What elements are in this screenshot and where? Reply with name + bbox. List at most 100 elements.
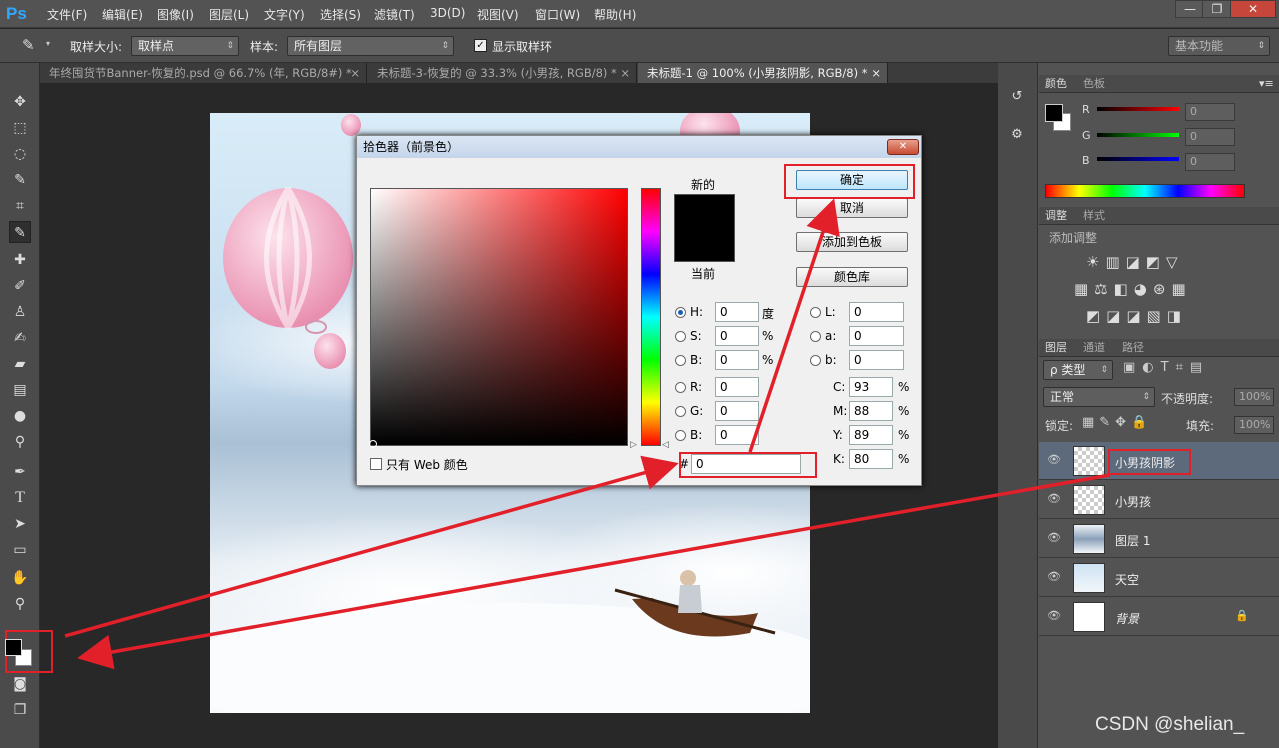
eye-icon[interactable]: 👁: [1047, 570, 1061, 583]
green-field[interactable]: 0: [715, 401, 759, 421]
layer-name[interactable]: 天空: [1115, 571, 1139, 588]
close-window-button[interactable]: ✕: [1230, 0, 1276, 18]
color-field-marker[interactable]: [369, 440, 377, 448]
layer-name[interactable]: 小男孩: [1115, 493, 1151, 510]
type-tool-icon[interactable]: T: [9, 487, 31, 509]
tab-swatches[interactable]: 色板: [1083, 75, 1105, 93]
dodge-tool-icon[interactable]: ⚲: [9, 431, 31, 453]
lab-b-radio[interactable]: [810, 355, 821, 366]
layer-row[interactable]: 👁 背景 🔒: [1039, 598, 1279, 636]
channel-b-field[interactable]: 0: [1185, 153, 1235, 171]
close-icon[interactable]: ×: [871, 63, 881, 83]
tab-styles[interactable]: 样式: [1083, 207, 1105, 225]
tool-preset-dropdown-icon[interactable]: ▾: [46, 39, 50, 48]
sample-size-select[interactable]: 取样点: [131, 36, 239, 56]
blue-field[interactable]: 0: [715, 425, 759, 445]
adjustment-icons-row1[interactable]: ☀▥◪◩▽: [1086, 253, 1184, 271]
color-spectrum-bar[interactable]: [1045, 184, 1245, 198]
workspace-select[interactable]: 基本功能: [1168, 36, 1270, 56]
zoom-tool-icon[interactable]: ⚲: [9, 593, 31, 615]
layer-row[interactable]: 👁 图层 1: [1039, 520, 1279, 558]
eyedropper-icon[interactable]: ✎: [22, 36, 35, 54]
panel-menu-icon[interactable]: ▾≡: [1259, 75, 1274, 93]
hue-slider-left-arrow[interactable]: ▷: [630, 440, 637, 450]
cyan-field[interactable]: 93: [849, 377, 893, 397]
brightness-field[interactable]: 0: [715, 350, 759, 370]
healing-tool-icon[interactable]: ✚: [9, 249, 31, 271]
hand-tool-icon[interactable]: ✋: [9, 567, 31, 589]
yellow-field[interactable]: 89: [849, 425, 893, 445]
minimize-button[interactable]: —: [1175, 0, 1205, 18]
saturation-radio[interactable]: [675, 331, 686, 342]
menu-edit[interactable]: 编辑(E): [102, 6, 143, 23]
quick-select-tool-icon[interactable]: ✎: [9, 169, 31, 191]
eye-icon[interactable]: 👁: [1047, 492, 1061, 505]
eye-icon[interactable]: 👁: [1047, 453, 1061, 466]
hue-radio[interactable]: [675, 307, 686, 318]
history-brush-tool-icon[interactable]: ✍: [9, 327, 31, 349]
shape-tool-icon[interactable]: ▭: [9, 539, 31, 561]
color-field[interactable]: [370, 188, 628, 446]
tab-color[interactable]: 颜色: [1045, 75, 1067, 93]
channel-g-field[interactable]: 0: [1185, 128, 1235, 146]
fill-field[interactable]: 100%: [1234, 416, 1274, 434]
crop-tool-icon[interactable]: ⌗: [9, 195, 31, 217]
lasso-tool-icon[interactable]: ◌: [9, 143, 31, 165]
channel-b-slider[interactable]: [1097, 157, 1179, 161]
hue-slider[interactable]: [641, 188, 661, 446]
red-radio[interactable]: [675, 382, 686, 393]
web-colors-checkbox[interactable]: [370, 458, 382, 470]
layer-row[interactable]: 👁 小男孩: [1039, 481, 1279, 519]
lab-l-field[interactable]: 0: [849, 302, 904, 322]
eraser-tool-icon[interactable]: ▰: [9, 353, 31, 375]
menu-view[interactable]: 视图(V): [477, 6, 519, 23]
green-radio[interactable]: [675, 406, 686, 417]
menu-file[interactable]: 文件(F): [47, 6, 87, 23]
menu-window[interactable]: 窗口(W): [535, 6, 580, 23]
tab-untitled-1[interactable]: 未标题-1 @ 100% (小男孩阴影, RGB/8) * ×: [638, 63, 888, 83]
pen-tool-icon[interactable]: ✒: [9, 461, 31, 483]
blur-tool-icon[interactable]: ●: [9, 405, 31, 427]
saturation-field[interactable]: 0: [715, 326, 759, 346]
add-to-swatches-button[interactable]: 添加到色板: [796, 232, 908, 252]
color-panel-foreground-swatch[interactable]: [1045, 104, 1063, 122]
menu-help[interactable]: 帮助(H): [594, 6, 636, 23]
magenta-field[interactable]: 88: [849, 401, 893, 421]
adjustment-icons-row2[interactable]: ▦⚖◧◕⊛▦: [1074, 280, 1192, 298]
show-ring-checkbox[interactable]: ✓: [474, 39, 487, 52]
tab-paths[interactable]: 路径: [1122, 339, 1144, 357]
brush-tool-icon[interactable]: ✐: [9, 275, 31, 297]
current-color-swatch[interactable]: [674, 228, 735, 262]
channel-g-slider[interactable]: [1097, 133, 1179, 137]
path-select-tool-icon[interactable]: ➤: [9, 513, 31, 535]
layer-filter-icons[interactable]: ▣◐T⌗▤: [1123, 360, 1209, 375]
menu-image[interactable]: 图像(I): [157, 6, 194, 23]
screen-mode-icon[interactable]: ❐: [9, 699, 31, 721]
channel-r-field[interactable]: 0: [1185, 103, 1235, 121]
foreground-color-swatch[interactable]: [5, 639, 22, 656]
lab-a-field[interactable]: 0: [849, 326, 904, 346]
hue-field[interactable]: 0: [715, 302, 759, 322]
gradient-tool-icon[interactable]: ▤: [9, 379, 31, 401]
layer-name[interactable]: 图层 1: [1115, 532, 1150, 549]
tab-banner[interactable]: 年终囤货节Banner-恢复的.psd @ 66.7% (年, RGB/8#) …: [40, 63, 367, 83]
stamp-tool-icon[interactable]: ♙: [9, 301, 31, 323]
move-tool-icon[interactable]: ✥: [9, 91, 31, 113]
close-icon[interactable]: ×: [620, 63, 630, 83]
layer-kind-filter[interactable]: ρ 类型: [1043, 360, 1113, 380]
history-panel-icon[interactable]: ↺: [1008, 89, 1026, 105]
lab-b-field[interactable]: 0: [849, 350, 904, 370]
menu-3d[interactable]: 3D(D): [430, 6, 465, 20]
menu-filter[interactable]: 滤镜(T): [374, 6, 415, 23]
brightness-radio[interactable]: [675, 355, 686, 366]
tab-layers[interactable]: 图层: [1045, 339, 1067, 357]
sample-select[interactable]: 所有图层: [287, 36, 454, 56]
tab-channels[interactable]: 通道: [1083, 339, 1105, 357]
properties-panel-icon[interactable]: ⚙: [1008, 127, 1026, 143]
menu-type[interactable]: 文字(Y): [264, 6, 305, 23]
restore-button[interactable]: ❐: [1202, 0, 1232, 18]
lab-l-radio[interactable]: [810, 307, 821, 318]
adjustment-icons-row3[interactable]: ◩◪◪▧◨: [1086, 307, 1187, 325]
layer-name[interactable]: 背景: [1115, 610, 1139, 627]
layer-row[interactable]: 👁 天空: [1039, 559, 1279, 597]
